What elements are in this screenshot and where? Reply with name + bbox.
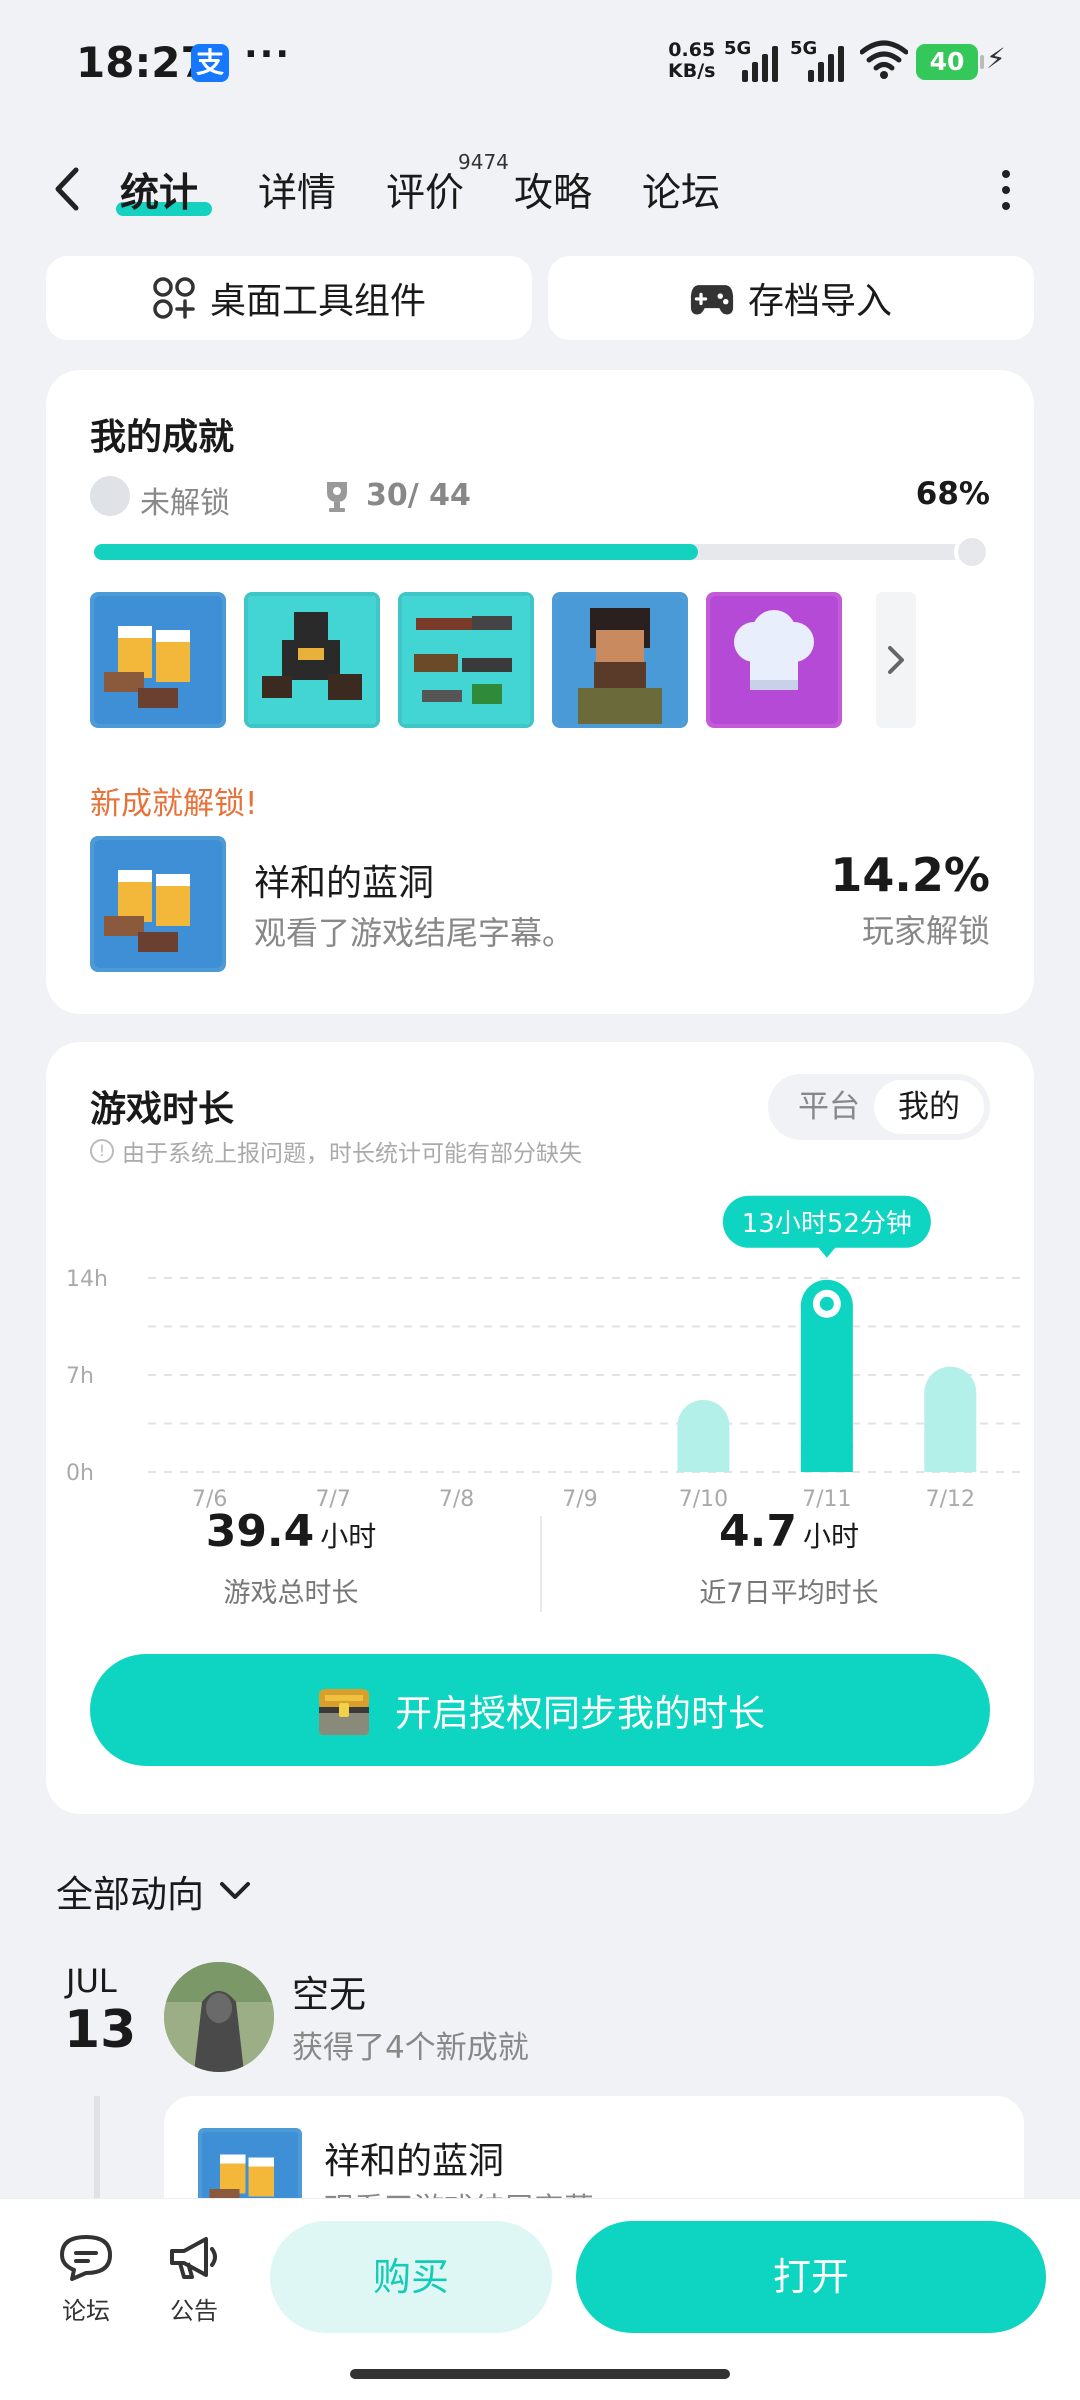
tab-reviews[interactable]: 评价 [386,162,464,218]
total-playtime-unit: 小时 [320,1520,377,1553]
wifi-icon [860,40,908,79]
bottom-nav-notice-label: 公告 [170,2297,218,2325]
play-time-note-text: 由于系统上报问题，时长统计可能有部分缺失 [122,1141,582,1167]
total-playtime-stat: 39.4 小时 游戏总时长 [46,1506,536,1610]
toggle-platform[interactable]: 平台 [774,1080,884,1134]
activity-description: 获得了4个新成就 [292,2030,529,2066]
info-icon: ! [90,1139,114,1163]
review-count-badge: 9474 [458,150,509,174]
achievement-progress-bar [94,534,990,570]
back-arrow-icon[interactable] [48,164,88,214]
average-playtime-unit: 小时 [802,1520,859,1553]
top-tab-bar: 统计 详情 评价 9474 攻略 论坛 [0,150,1080,230]
home-indicator[interactable] [350,2369,730,2379]
notification-more-icon: ··· [244,34,292,75]
status-time: 18:27 [76,38,210,87]
average-playtime-label: 近7日平均时长 [699,1578,879,1609]
progress-end-knob [954,534,990,570]
badge-weapons[interactable] [398,592,534,728]
achievement-count: 30/ 44 [366,478,471,513]
play-time-note: ! 由于系统上报问题，时长统计可能有部分缺失 [90,1134,582,1168]
avatar[interactable] [164,1962,274,2072]
activity-filter-dropdown[interactable]: 全部动向 [56,1864,252,1918]
status-bar: 18:27 支 ··· 0.65 KB/s 5G 5G 40 ⚡ [0,0,1080,126]
badge-bearded-man[interactable] [552,592,688,728]
achievements-title: 我的成就 [90,417,235,458]
gamepad-icon [690,285,734,315]
activity-user-name[interactable]: 空无 [292,1964,366,2018]
activity-date-day: 13 [64,2000,137,2060]
y-tick-label: 14h [66,1267,108,1292]
megaphone-icon [170,2237,217,2279]
net-speed: 0.65 KB/s [668,40,715,82]
tab-stats[interactable]: 统计 [120,162,198,218]
charging-icon: ⚡ [986,42,1006,75]
achievement-progress-fill [94,544,698,560]
tooltip-arrow [816,1245,837,1258]
achievements-card: 我的成就 未解锁 30/ 44 68% 新成就解锁! 祥和的蓝洞 观看了游戏结尾… [46,370,1034,1014]
activity-filter-label: 全部动向 [56,1873,204,1916]
unlock-rate-label: 玩家解锁 [861,912,990,950]
badge-dark-crawler[interactable] [244,592,380,728]
treasure-chest-icon [319,1689,369,1735]
badge-beer-toast[interactable] [90,592,226,728]
new-achievement-desc: 观看了游戏结尾字幕。 [254,914,575,952]
achievements-summary: 未解锁 30/ 44 68% [90,476,990,521]
platform-toggle: 平台 我的 [768,1074,990,1140]
save-import-label: 存档导入 [747,281,892,322]
stat-divider [540,1516,542,1612]
new-achievement-image[interactable] [90,836,226,972]
desktop-widget-button[interactable]: 桌面工具组件 [46,256,532,340]
y-tick-label: 7h [66,1364,94,1389]
bar-base [800,1446,853,1472]
tab-forum[interactable]: 论坛 [642,162,720,218]
bar-base [677,1446,730,1472]
new-achievement-label: 新成就解锁! [90,786,258,822]
average-playtime-value: 4.7 [719,1506,797,1557]
play-time-title: 游戏时长 [90,1089,235,1130]
battery-icon: 40 [916,44,984,80]
desktop-widget-label: 桌面工具组件 [209,281,426,322]
sync-playtime-label: 开启授权同步我的时长 [395,1692,765,1735]
highlight-dot-inner [819,1296,834,1311]
toggle-mine[interactable]: 我的 [874,1080,984,1134]
sync-playtime-button[interactable]: 开启授权同步我的时长 [90,1654,990,1766]
bottom-action-bar: 论坛 公告 购买 打开 [0,2198,1080,2400]
total-playtime-label: 游戏总时长 [223,1578,359,1609]
new-achievement-unlock-rate: 14.2% [830,848,990,902]
buy-button[interactable]: 购买 [270,2221,552,2333]
achievement-percent: 68% [915,476,990,512]
locked-achievement-icon [90,476,130,516]
play-time-card: 游戏时长 ! 由于系统上报问题，时长统计可能有部分缺失 平台 我的 14h 7h 0… [46,1042,1034,1814]
more-options-icon[interactable] [1000,170,1012,214]
net-speed-unit: KB/s [668,60,716,82]
play-time-chart: 14h7h0h7/6 7/7 7/8 7/9 7/1013小时52分钟7/11 7/12 [66,1195,1026,1512]
activity-date-month: JUL [66,1962,117,2000]
bottom-nav-forum-label: 论坛 [62,2297,110,2325]
bottom-nav-notice[interactable]: 公告 [154,2233,234,2326]
y-tick-label: 0h [66,1461,94,1486]
net-speed-value: 0.65 [668,39,716,61]
bottom-nav-forum[interactable]: 论坛 [46,2233,126,2326]
total-playtime-value: 39.4 [205,1506,315,1557]
alipay-icon: 支 [191,44,229,82]
tab-guides[interactable]: 攻略 [514,162,592,218]
average-playtime-stat: 4.7 小时 近7日平均时长 [544,1506,1034,1610]
widget-grid-icon [153,277,195,319]
activity-achievement-name: 祥和的蓝洞 [324,2141,505,2182]
chevron-right-icon[interactable] [876,592,916,728]
open-button[interactable]: 打开 [576,2221,1046,2333]
new-achievement-name: 祥和的蓝洞 [254,863,435,904]
tooltip-label: 13小时52分钟 [742,1209,912,1239]
chevron-down-icon [220,1882,250,1899]
tab-details[interactable]: 详情 [258,162,336,218]
locked-label[interactable]: 未解锁 [140,478,230,522]
badge-chef-hat[interactable] [706,592,842,728]
save-import-button[interactable]: 存档导入 [548,256,1034,340]
bar-base [924,1446,977,1472]
forum-chat-icon [60,2235,112,2281]
trophy-icon [327,482,347,512]
